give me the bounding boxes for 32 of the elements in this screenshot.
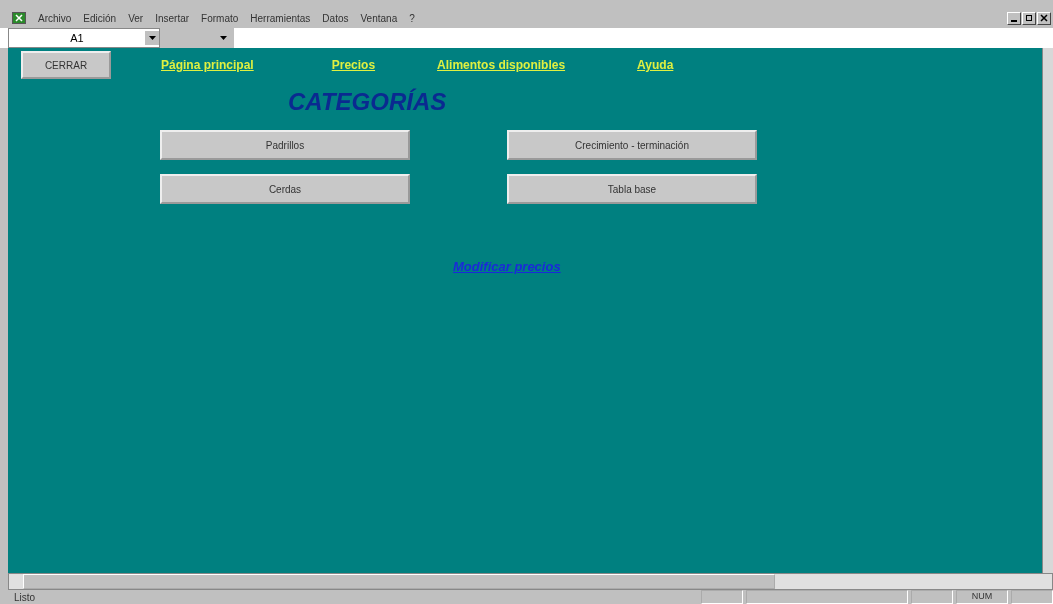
nav-link[interactable]: Precios bbox=[331, 58, 376, 72]
category-button[interactable]: Tabla base bbox=[507, 174, 757, 204]
categories-heading: CATEGORÍAS bbox=[288, 88, 448, 116]
status-panel bbox=[1011, 590, 1053, 604]
dropdown-icon[interactable] bbox=[145, 31, 159, 45]
menu-item[interactable]: Edición bbox=[83, 12, 117, 24]
nav-link[interactable]: Alimentos disponibles bbox=[437, 58, 566, 72]
restore-button[interactable] bbox=[1022, 11, 1036, 25]
restore-icon bbox=[1025, 14, 1033, 22]
menu-item[interactable]: Ver bbox=[128, 12, 144, 24]
close-icon bbox=[1040, 14, 1048, 22]
menu-item[interactable]: Datos bbox=[322, 12, 349, 24]
menu-item[interactable]: Formato bbox=[201, 12, 239, 24]
status-text: Listo bbox=[14, 591, 36, 603]
category-button[interactable]: Crecimiento - terminación bbox=[507, 130, 757, 160]
menu-item[interactable]: Archivo bbox=[38, 12, 72, 24]
menu-item[interactable]: Insertar bbox=[155, 12, 190, 24]
category-button[interactable]: Cerdas bbox=[160, 174, 410, 204]
num-lock-indicator: NUM bbox=[956, 590, 1008, 604]
category-button[interactable]: Padrillos bbox=[160, 130, 410, 160]
minimize-button[interactable] bbox=[1007, 11, 1021, 25]
name-box[interactable]: A1 bbox=[8, 28, 160, 48]
menu-item[interactable]: Ventana bbox=[360, 12, 398, 24]
nav-link[interactable]: Ayuda bbox=[637, 58, 674, 72]
nav-link[interactable]: Página principal bbox=[161, 58, 254, 72]
spreadsheet-icon bbox=[12, 12, 26, 24]
status-panel bbox=[701, 590, 743, 604]
menu-item[interactable]: ? bbox=[409, 12, 415, 24]
close-button[interactable] bbox=[1037, 11, 1051, 25]
status-panel bbox=[911, 590, 953, 604]
menu-item[interactable]: Herramientas bbox=[250, 12, 311, 24]
close-sheet-button[interactable]: CERRAR bbox=[21, 51, 111, 79]
